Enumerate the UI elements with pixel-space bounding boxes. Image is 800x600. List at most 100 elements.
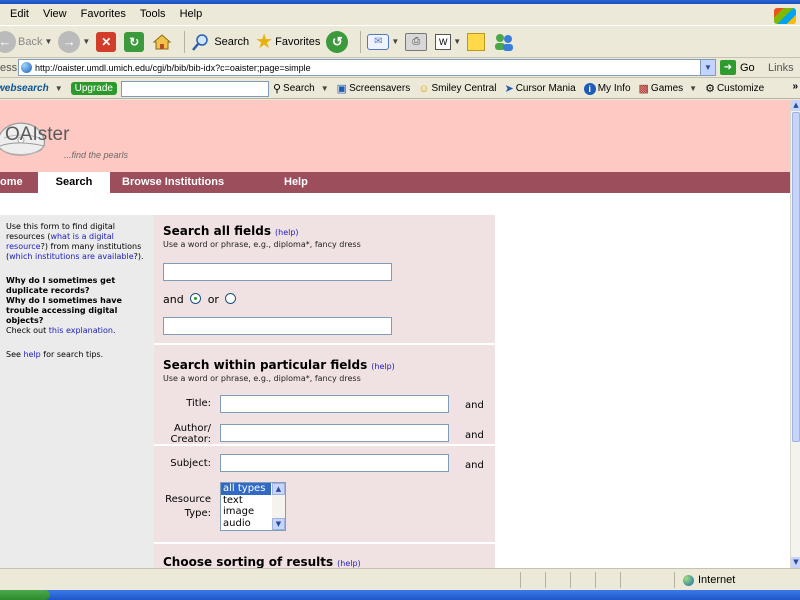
scroll-thumb[interactable] bbox=[792, 112, 800, 442]
which-institutions-link[interactable]: which institutions are available bbox=[9, 252, 134, 261]
smiley-icon: ☺ bbox=[418, 82, 430, 95]
standard-toolbar: ← Back ▼ → ▼ ✕ ↻ Search ★ Favorites ↺ ✉ … bbox=[0, 25, 800, 58]
info-icon: i bbox=[583, 82, 596, 95]
back-dropdown-icon[interactable]: ▼ bbox=[44, 37, 52, 46]
help-link[interactable]: help bbox=[23, 350, 40, 359]
resource-type-listbox[interactable]: all types text image audio ▲ ▼ bbox=[220, 482, 286, 531]
favorites-button[interactable]: ★ Favorites bbox=[255, 29, 320, 54]
subject-and-label: and bbox=[465, 460, 484, 471]
history-icon[interactable]: ↺ bbox=[326, 30, 349, 53]
nav-browse-institutions[interactable]: Browse Institutions bbox=[122, 172, 224, 193]
discuss-icon[interactable] bbox=[467, 32, 486, 51]
search-all-help-link[interactable]: (help) bbox=[275, 228, 299, 237]
upgrade-button[interactable]: Upgrade bbox=[70, 82, 117, 95]
and-label: and bbox=[163, 293, 184, 306]
refresh-icon[interactable]: ↻ bbox=[124, 31, 145, 52]
forward-button[interactable]: → ▼ bbox=[58, 30, 90, 53]
games-dropdown-icon[interactable]: ▼ bbox=[689, 84, 697, 93]
search-all-section: Search all fields (help) Use a word or ph… bbox=[154, 215, 495, 343]
websearch-search-button[interactable]: ⚲ Search ▼ bbox=[273, 82, 329, 95]
search-all-title: Search all fields bbox=[163, 224, 272, 238]
search-button[interactable]: Search bbox=[191, 32, 249, 52]
or-radio[interactable] bbox=[225, 293, 237, 304]
games-link[interactable]: ▩ Games ▼ bbox=[639, 82, 698, 95]
title-field-label: Title: bbox=[186, 398, 211, 409]
menu-bar: Edit View Favorites Tools Help bbox=[0, 4, 800, 24]
my-info-label: My Info bbox=[597, 83, 631, 94]
search-all-input-1[interactable] bbox=[163, 263, 392, 281]
title-and-label: and bbox=[465, 400, 484, 411]
scroll-down-icon[interactable]: ▼ bbox=[791, 557, 800, 568]
resource-option[interactable]: audio bbox=[221, 518, 271, 530]
toolbar-overflow-icon[interactable]: » bbox=[792, 81, 798, 92]
websearch-input[interactable] bbox=[120, 80, 269, 97]
resource-option[interactable]: image bbox=[221, 506, 271, 518]
customize-label: Customize bbox=[716, 83, 765, 94]
screensavers-label: Screensavers bbox=[349, 83, 411, 94]
start-button[interactable] bbox=[0, 590, 50, 600]
stop-icon[interactable]: ✕ bbox=[96, 31, 117, 52]
search-dropdown-icon[interactable]: ▼ bbox=[321, 84, 329, 93]
page-scrollbar[interactable]: ▲ ▼ bbox=[790, 100, 800, 568]
status-bar: Internet bbox=[0, 568, 800, 590]
nav-home[interactable]: ome bbox=[0, 172, 23, 193]
resource-type-label-1: Resource bbox=[165, 494, 211, 505]
websearch-search-label: Search bbox=[283, 83, 315, 94]
or-label: or bbox=[207, 293, 219, 306]
menu-help[interactable]: Help bbox=[173, 8, 210, 20]
sorting-help-link[interactable]: (help) bbox=[337, 559, 361, 568]
resource-option[interactable]: all types bbox=[221, 483, 271, 495]
brand-dropdown-icon[interactable]: ▼ bbox=[55, 84, 63, 93]
scroll-down-icon[interactable]: ▼ bbox=[272, 518, 285, 530]
windows-logo-icon bbox=[774, 8, 796, 24]
back-button[interactable]: ← Back ▼ bbox=[0, 30, 52, 53]
boolean-choice: and or bbox=[163, 293, 237, 306]
zone-label: Internet bbox=[698, 574, 736, 586]
author-and-label: and bbox=[465, 430, 484, 441]
scroll-up-icon[interactable]: ▲ bbox=[791, 100, 800, 111]
gear-icon: ⚙ bbox=[705, 83, 715, 95]
messenger-icon[interactable] bbox=[493, 32, 515, 52]
address-input[interactable]: http://oaister.umdl.umich.edu/cgi/b/bib/… bbox=[18, 59, 716, 76]
forward-dropdown-icon[interactable]: ▼ bbox=[82, 37, 90, 46]
search-particular-heading: Search within particular fields (help) bbox=[163, 358, 395, 372]
listbox-scrollbar[interactable]: ▲ ▼ bbox=[272, 483, 285, 530]
go-button[interactable]: ➜ Go bbox=[720, 60, 755, 75]
screensavers-link[interactable]: ▣ Screensavers bbox=[337, 82, 411, 95]
nav-search[interactable]: Search bbox=[38, 172, 110, 193]
address-dropdown-icon[interactable]: ▼ bbox=[700, 60, 715, 75]
customize-link[interactable]: ⚙ Customize bbox=[705, 82, 764, 95]
edit-dropdown-icon[interactable]: ▼ bbox=[453, 37, 461, 46]
resource-option[interactable]: text bbox=[221, 495, 271, 507]
page-icon bbox=[21, 62, 32, 73]
menu-favorites[interactable]: Favorites bbox=[74, 8, 133, 20]
edit-button[interactable]: W ▼ bbox=[435, 33, 461, 50]
menu-tools[interactable]: Tools bbox=[133, 8, 173, 20]
mail-button[interactable]: ✉ ▼ bbox=[367, 33, 399, 50]
author-input[interactable] bbox=[220, 424, 449, 442]
websearch-brand[interactable]: websearch bbox=[0, 83, 49, 94]
smiley-central-link[interactable]: ☺ Smiley Central bbox=[418, 83, 496, 95]
site-logo-text[interactable]: OAIster bbox=[5, 124, 69, 146]
mail-dropdown-icon[interactable]: ▼ bbox=[391, 37, 399, 46]
cursor-icon: ➤ bbox=[504, 83, 514, 95]
links-button[interactable]: Links bbox=[768, 62, 794, 74]
scroll-up-icon[interactable]: ▲ bbox=[272, 483, 285, 495]
site-tagline: ...find the pearls bbox=[64, 150, 129, 160]
menu-view[interactable]: View bbox=[36, 8, 74, 20]
title-input[interactable] bbox=[220, 395, 449, 413]
print-icon[interactable]: ⎙ bbox=[405, 32, 428, 51]
taskbar bbox=[0, 590, 800, 600]
menu-edit[interactable]: Edit bbox=[0, 8, 36, 20]
search-all-input-2[interactable] bbox=[163, 317, 392, 335]
cursor-mania-link[interactable]: ➤ Cursor Mania bbox=[504, 82, 575, 95]
subject-input[interactable] bbox=[220, 454, 449, 472]
home-icon[interactable] bbox=[152, 32, 172, 52]
nav-help[interactable]: Help bbox=[284, 172, 308, 193]
websearch-toolbar: websearch ▼ Upgrade ⚲ Search ▼ ▣ Screens… bbox=[0, 79, 800, 99]
search-particular-help-link[interactable]: (help) bbox=[371, 362, 395, 371]
cursor-mania-label: Cursor Mania bbox=[515, 83, 576, 94]
my-info-link[interactable]: i My Info bbox=[583, 82, 631, 95]
explanation-link[interactable]: this explanation bbox=[49, 326, 113, 335]
and-radio[interactable] bbox=[190, 293, 202, 304]
